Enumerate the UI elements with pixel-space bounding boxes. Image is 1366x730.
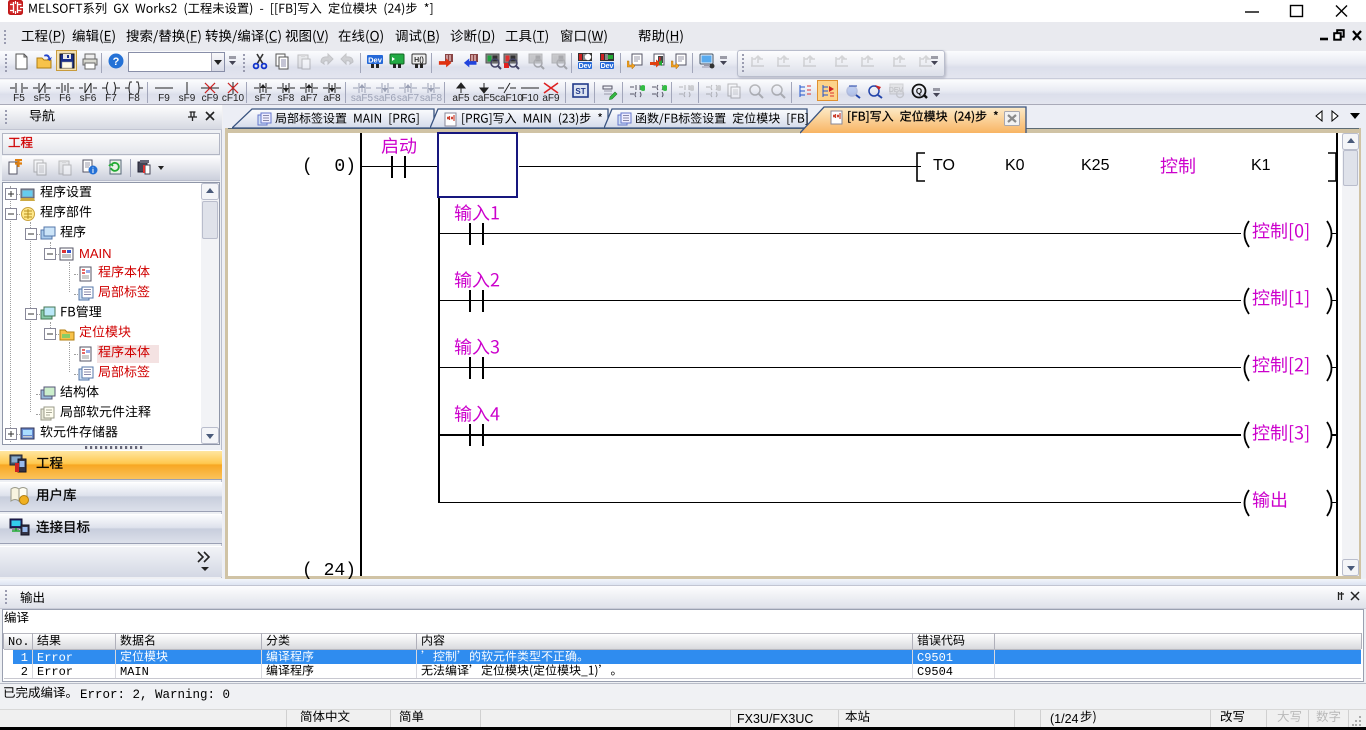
svg-text:Dev: Dev [601, 63, 614, 70]
svg-text:H(): H() [414, 57, 424, 64]
svg-text:Dev: Dev [368, 56, 383, 65]
svg-text:Dev: Dev [579, 63, 592, 70]
svg-text:Q: Q [916, 87, 922, 96]
svg-text:i: i [92, 168, 94, 175]
svg-text:ST: ST [575, 87, 585, 96]
svg-text:?: ? [113, 56, 120, 68]
